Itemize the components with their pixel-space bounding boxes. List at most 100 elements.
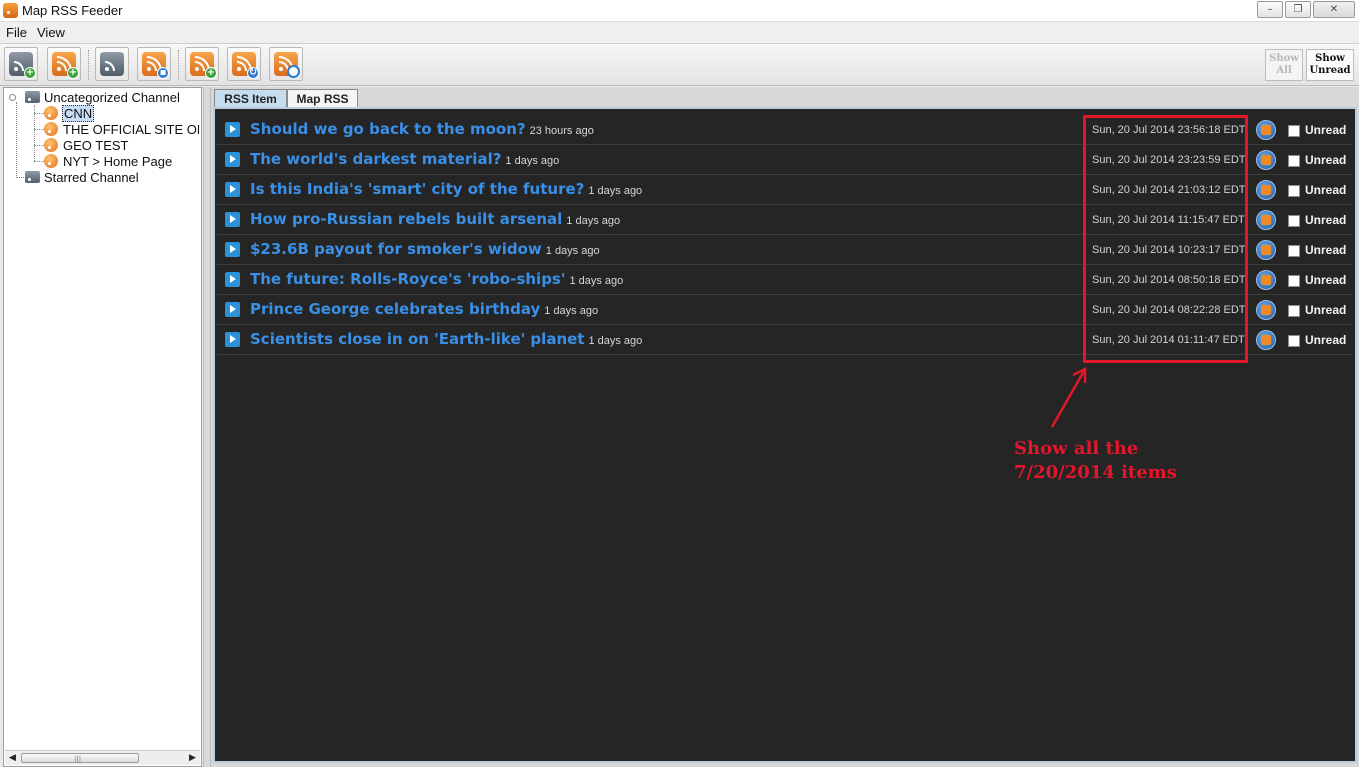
- tab-map-rss[interactable]: Map RSS: [287, 89, 358, 108]
- add-feed-button[interactable]: +: [47, 47, 81, 81]
- item-title-link[interactable]: Scientists close in on 'Earth-like' plan…: [250, 330, 642, 348]
- tree-expander-icon[interactable]: [9, 94, 16, 101]
- open-folder-icon: [100, 52, 124, 76]
- scroll-right-icon[interactable]: ▶: [186, 752, 199, 764]
- unread-label: Unread: [1305, 303, 1347, 317]
- unread-checkbox[interactable]: [1288, 155, 1300, 167]
- feed-globe-icon[interactable]: [1256, 150, 1276, 170]
- channel-tree: Uncategorized Channel CNN THE OFFICIAL S…: [3, 87, 202, 767]
- tree-root-label: Uncategorized Channel: [44, 90, 180, 105]
- tree-item-nyt[interactable]: NYT > Home Page: [44, 154, 199, 170]
- item-age: 1 days ago: [569, 275, 624, 287]
- restore-button[interactable]: ❐: [1285, 1, 1311, 18]
- tree-item-official-site[interactable]: THE OFFICIAL SITE OF T: [44, 122, 199, 138]
- feed-icon: [44, 122, 58, 136]
- item-age: 1 days ago: [505, 155, 560, 167]
- show-all-button[interactable]: Show All: [1265, 49, 1303, 81]
- item-title-link[interactable]: The world's darkest material? 1 days ago: [250, 150, 559, 168]
- scroll-left-icon[interactable]: ◀: [6, 752, 19, 764]
- unread-label: Unread: [1305, 333, 1347, 347]
- menu-file[interactable]: File: [6, 25, 27, 40]
- unread-label: Unread: [1305, 123, 1347, 137]
- feed-globe-icon[interactable]: [1256, 270, 1276, 290]
- play-icon[interactable]: [225, 272, 240, 287]
- title-bar: Map RSS Feeder – ❐ ✕: [0, 0, 1359, 22]
- feed-globe-icon[interactable]: [1256, 210, 1276, 230]
- play-icon[interactable]: [225, 212, 240, 227]
- play-icon[interactable]: [225, 122, 240, 137]
- tree-item-label: CNN: [62, 105, 95, 122]
- tree-item-geo-test[interactable]: GEO TEST: [44, 138, 199, 154]
- item-title-link[interactable]: Prince George celebrates birthday 1 days …: [250, 300, 598, 318]
- open-button[interactable]: [95, 47, 129, 81]
- feed-globe-icon[interactable]: [1256, 300, 1276, 320]
- save-button[interactable]: ▪: [137, 47, 171, 81]
- item-title-link[interactable]: Is this India's 'smart' city of the futu…: [250, 180, 642, 198]
- feed-globe-icon[interactable]: [1256, 240, 1276, 260]
- menu-bar: File View: [0, 22, 1359, 44]
- play-icon[interactable]: [225, 152, 240, 167]
- unread-checkbox[interactable]: [1288, 305, 1300, 317]
- item-title-link[interactable]: $23.6B payout for smoker's widow 1 days a…: [250, 240, 600, 258]
- unread-label: Unread: [1305, 243, 1347, 257]
- close-button[interactable]: ✕: [1313, 1, 1355, 18]
- tree-guide-line: [34, 129, 44, 130]
- panel-splitter[interactable]: [203, 87, 211, 767]
- search-feed-icon: [274, 52, 300, 78]
- window-controls: – ❐ ✕: [1255, 1, 1355, 18]
- add-folder-icon: +: [9, 52, 36, 79]
- play-icon[interactable]: [225, 332, 240, 347]
- item-age: 1 days ago: [588, 185, 643, 197]
- add-feed-icon: +: [52, 52, 79, 79]
- show-unread-button[interactable]: Show Unread: [1306, 49, 1354, 81]
- annotation-arrow-icon: [1050, 366, 1087, 428]
- subscribe-button[interactable]: +: [185, 47, 219, 81]
- channel-folder-icon: [25, 91, 40, 103]
- annotation-line-2: 7/20/2014 items: [1014, 462, 1177, 483]
- tree-root-starred[interactable]: Starred Channel: [25, 170, 195, 186]
- unread-checkbox[interactable]: [1288, 275, 1300, 287]
- play-icon[interactable]: [225, 242, 240, 257]
- tree-horizontal-scrollbar[interactable]: ◀ ||| ▶: [5, 750, 200, 765]
- menu-view[interactable]: View: [37, 25, 65, 40]
- tree-guide-line: [34, 145, 44, 146]
- item-age: 1 days ago: [566, 215, 621, 227]
- search-button[interactable]: [269, 47, 303, 81]
- play-icon[interactable]: [225, 302, 240, 317]
- starred-folder-icon: [25, 171, 40, 183]
- toolbar-separator: [88, 50, 90, 80]
- unread-checkbox[interactable]: [1288, 335, 1300, 347]
- add-category-button[interactable]: +: [4, 47, 38, 81]
- add-feed-green-icon: +: [190, 52, 217, 79]
- item-title-link[interactable]: Should we go back to the moon? 23 hours a…: [250, 120, 594, 138]
- annotation-text: Show all the 7/20/2014 items: [1014, 437, 1214, 485]
- scroll-thumb[interactable]: |||: [21, 753, 139, 763]
- annotation-highlight-box: [1083, 115, 1248, 363]
- item-title-link[interactable]: The future: Rolls-Royce's 'robo-ships' 1 …: [250, 270, 623, 288]
- unread-checkbox[interactable]: [1288, 125, 1300, 137]
- play-icon[interactable]: [225, 182, 240, 197]
- unread-label: Unread: [1305, 153, 1347, 167]
- unread-checkbox[interactable]: [1288, 185, 1300, 197]
- minimize-button[interactable]: –: [1257, 1, 1283, 18]
- item-title-link[interactable]: How pro-Russian rebels built arsenal 1 da…: [250, 210, 620, 228]
- tree-item-cnn[interactable]: CNN: [44, 105, 199, 122]
- app-rss-icon: [3, 3, 18, 18]
- refresh-feed-icon: ↻: [232, 52, 259, 79]
- item-age: 1 days ago: [588, 335, 643, 347]
- feed-globe-icon[interactable]: [1256, 330, 1276, 350]
- feed-globe-icon[interactable]: [1256, 180, 1276, 200]
- tab-rss-item[interactable]: RSS Item: [214, 89, 287, 108]
- tree-item-label: GEO TEST: [63, 138, 129, 153]
- refresh-button[interactable]: ↻: [227, 47, 261, 81]
- unread-label: Unread: [1305, 273, 1347, 287]
- unread-checkbox[interactable]: [1288, 215, 1300, 227]
- feed-globe-icon[interactable]: [1256, 120, 1276, 140]
- tree-root-uncategorized[interactable]: Uncategorized Channel: [7, 90, 197, 106]
- unread-checkbox[interactable]: [1288, 245, 1300, 257]
- unread-label: Unread: [1305, 213, 1347, 227]
- toolbar-separator: [178, 50, 180, 80]
- feed-icon: [44, 106, 58, 120]
- window-title: Map RSS Feeder: [22, 3, 123, 18]
- annotation-line-1: Show all the: [1014, 438, 1139, 459]
